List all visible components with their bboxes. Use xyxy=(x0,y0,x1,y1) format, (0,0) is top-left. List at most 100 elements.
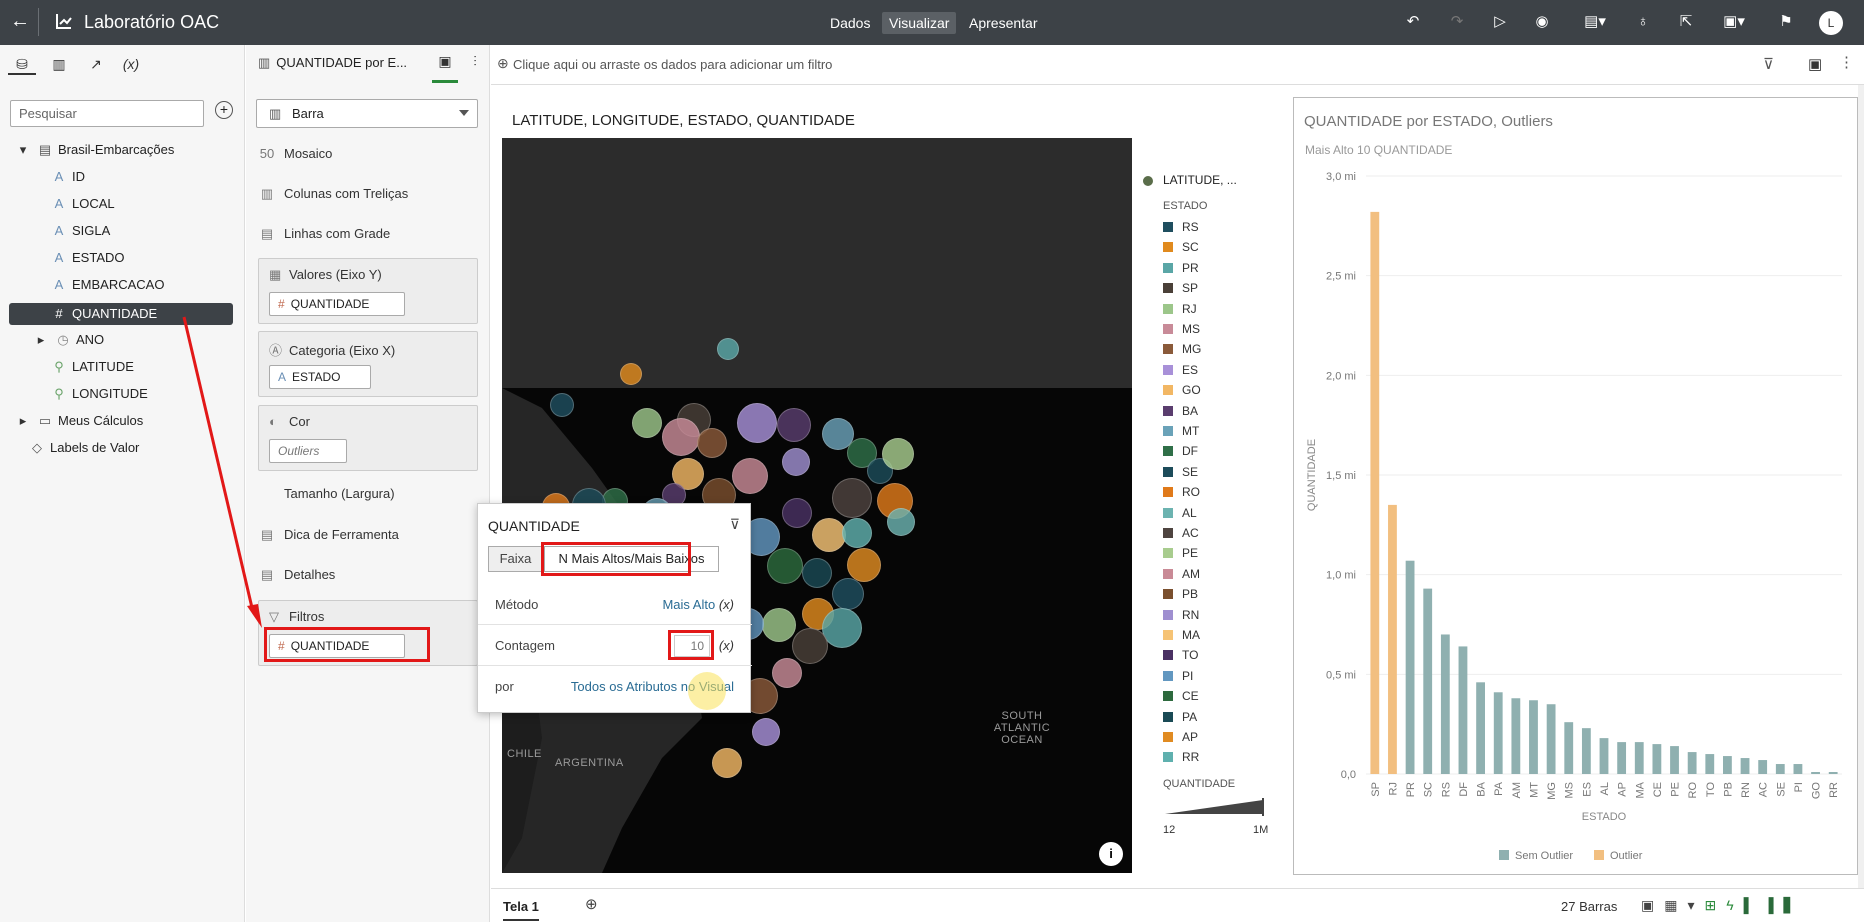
panel-right-icon[interactable]: ▋ xyxy=(1784,897,1805,913)
legend-item-to[interactable]: TO xyxy=(1163,648,1198,662)
grid-icon[interactable]: ▦▾ xyxy=(1664,897,1704,913)
map-bubble[interactable] xyxy=(717,338,739,360)
legend-item-ba[interactable]: BA xyxy=(1163,404,1198,418)
properties-tab-icon[interactable]: ▣ xyxy=(432,53,458,83)
bookmark-icon[interactable]: ⚑ xyxy=(1775,11,1797,33)
legend-item-go[interactable]: GO xyxy=(1163,383,1201,397)
clear-filter-icon[interactable]: ⊽ xyxy=(730,516,740,533)
legend-item-es[interactable]: ES xyxy=(1163,363,1198,377)
legend-item-sp[interactable]: SP xyxy=(1163,281,1198,295)
method-row[interactable]: Método Mais Alto (x) xyxy=(478,585,752,625)
column-ano[interactable]: ▸ ◷ ANO xyxy=(32,329,104,351)
play-icon[interactable]: ▷ xyxy=(1489,11,1511,33)
calculations-tab-icon[interactable]: (x) xyxy=(117,53,145,75)
comment-icon[interactable]: ▤▾ xyxy=(1577,11,1613,33)
canvas-tab[interactable]: Tela 1 xyxy=(503,899,539,921)
tab-visualizar[interactable]: Visualizar xyxy=(882,12,957,34)
legend-item-ce[interactable]: CE xyxy=(1163,689,1199,703)
column-longitude[interactable]: ⚲ LONGITUDE xyxy=(50,383,148,405)
map-bubble[interactable] xyxy=(882,438,914,470)
map-bubble[interactable] xyxy=(812,518,846,552)
map-bubble[interactable] xyxy=(782,498,812,528)
add-canvas-icon[interactable]: ⊕ xyxy=(585,895,598,913)
sync-icon[interactable]: ⊞ xyxy=(1705,897,1727,913)
map-bubble[interactable] xyxy=(802,558,832,588)
undo-icon[interactable]: ↶ xyxy=(1402,11,1424,33)
column-sigla[interactable]: A SIGLA xyxy=(50,220,111,242)
values-y-drop[interactable]: ▦ Valores (Eixo Y) # QUANTIDADE xyxy=(258,258,478,324)
folder-labels-de-valor[interactable]: ◇ Labels de Valor xyxy=(28,437,139,459)
legend-item-pi[interactable]: PI xyxy=(1163,669,1193,683)
legend-item-ms[interactable]: MS xyxy=(1163,322,1200,336)
color-drop[interactable]: ◐ Cor Outliers xyxy=(258,405,478,471)
legend-item-df[interactable]: DF xyxy=(1163,444,1198,458)
visualizations-tab-icon[interactable]: ▥ xyxy=(45,53,73,75)
analytics-tab-icon[interactable]: ↗ xyxy=(82,53,110,75)
save-icon[interactable]: ▣▾ xyxy=(1716,11,1752,33)
legend-item-sc[interactable]: SC xyxy=(1163,240,1199,254)
legend-item-rr[interactable]: RR xyxy=(1163,750,1199,764)
user-avatar[interactable]: L xyxy=(1819,11,1843,35)
filter-bar[interactable]: ⊕ Clique aqui ou arraste os dados para a… xyxy=(491,45,1864,85)
map-bubble[interactable] xyxy=(782,448,810,476)
legend-item-ma[interactable]: MA xyxy=(1163,628,1200,642)
map-bubble[interactable] xyxy=(777,408,811,442)
filter-clear-icon[interactable]: ⊽ xyxy=(1763,55,1774,73)
map-bubble[interactable] xyxy=(662,418,700,456)
legend-item-pr[interactable]: PR xyxy=(1163,261,1199,275)
legend-item-ap[interactable]: AP xyxy=(1163,730,1198,744)
map-bubble[interactable] xyxy=(772,658,802,688)
tab-apresentar[interactable]: Apresentar xyxy=(962,12,1044,34)
category-chip[interactable]: A ESTADO xyxy=(269,365,371,389)
map-bubble[interactable] xyxy=(767,548,803,584)
option-colunas-trelicas[interactable]: ▥ Colunas com Treliças xyxy=(258,186,408,202)
map-bubble[interactable] xyxy=(550,393,574,417)
viz-name-tab[interactable]: ▥ QUANTIDADE por E... xyxy=(258,55,407,71)
legend-item-pb[interactable]: PB xyxy=(1163,587,1198,601)
legend-item-am[interactable]: AM xyxy=(1163,567,1200,581)
search-input[interactable]: Pesquisar xyxy=(10,100,204,127)
tab-dados[interactable]: Dados xyxy=(823,12,877,34)
map-bubble[interactable] xyxy=(712,748,742,778)
layout-icon[interactable]: ▣ xyxy=(1641,897,1664,913)
map-bubble[interactable] xyxy=(832,578,864,610)
map-bubble[interactable] xyxy=(620,363,642,385)
map-bubble[interactable] xyxy=(697,428,727,458)
info-icon[interactable]: i xyxy=(1099,842,1123,866)
legend-item-rn[interactable]: RN xyxy=(1163,608,1199,622)
more-options-icon[interactable]: ⋮ xyxy=(1839,53,1854,71)
count-fx[interactable]: (x) xyxy=(719,638,734,653)
range-segment[interactable]: Faixa xyxy=(488,546,543,572)
legend-item-ac[interactable]: AC xyxy=(1163,526,1199,540)
legend-item-rs[interactable]: RS xyxy=(1163,220,1199,234)
map-bubble[interactable] xyxy=(832,478,872,518)
option-mosaico[interactable]: 50 Mosaico xyxy=(258,146,333,161)
add-data-icon[interactable]: + xyxy=(215,101,233,119)
map-bubble[interactable] xyxy=(737,403,777,443)
map-bubble[interactable] xyxy=(842,518,872,548)
column-quantidade[interactable]: # QUANTIDADE xyxy=(9,303,233,325)
map-bubble[interactable] xyxy=(887,508,915,536)
column-id[interactable]: A ID xyxy=(50,166,85,188)
legend-item-mt[interactable]: MT xyxy=(1163,424,1199,438)
category-x-drop[interactable]: Ⓐ Categoria (Eixo X) A ESTADO xyxy=(258,331,478,397)
export-icon[interactable]: ⇱ xyxy=(1675,11,1697,33)
tooltip-drop[interactable]: ▤ Dica de Ferramenta xyxy=(258,527,399,543)
column-latitude[interactable]: ⚲ LATITUDE xyxy=(50,356,134,378)
panel-mid-icon[interactable]: ▐ xyxy=(1764,897,1784,913)
column-estado[interactable]: A ESTADO xyxy=(50,247,125,269)
legend-item-pe[interactable]: PE xyxy=(1163,546,1198,560)
map-bubble[interactable] xyxy=(762,608,796,642)
legend-item-se[interactable]: SE xyxy=(1163,465,1198,479)
option-linhas-grade[interactable]: ▤ Linhas com Grade xyxy=(258,226,390,242)
size-width-drop[interactable]: Tamanho (Largura) xyxy=(258,486,395,501)
column-embarcacao[interactable]: A EMBARCACAO xyxy=(50,274,165,296)
folder-meus-calculos[interactable]: ▸ ▭ Meus Cálculos xyxy=(14,410,144,432)
legend-item-rj[interactable]: RJ xyxy=(1163,302,1197,316)
viz-type-select[interactable]: ▥ Barra xyxy=(256,99,478,128)
insights-bulb-icon[interactable]: ♁ xyxy=(1632,11,1654,33)
auto-apply-icon[interactable]: ▣ xyxy=(1808,55,1822,73)
map-bubble[interactable] xyxy=(847,548,881,582)
data-tab-icon[interactable]: ⛁ xyxy=(8,53,36,75)
panel-left-icon[interactable]: ▌ xyxy=(1744,897,1764,913)
